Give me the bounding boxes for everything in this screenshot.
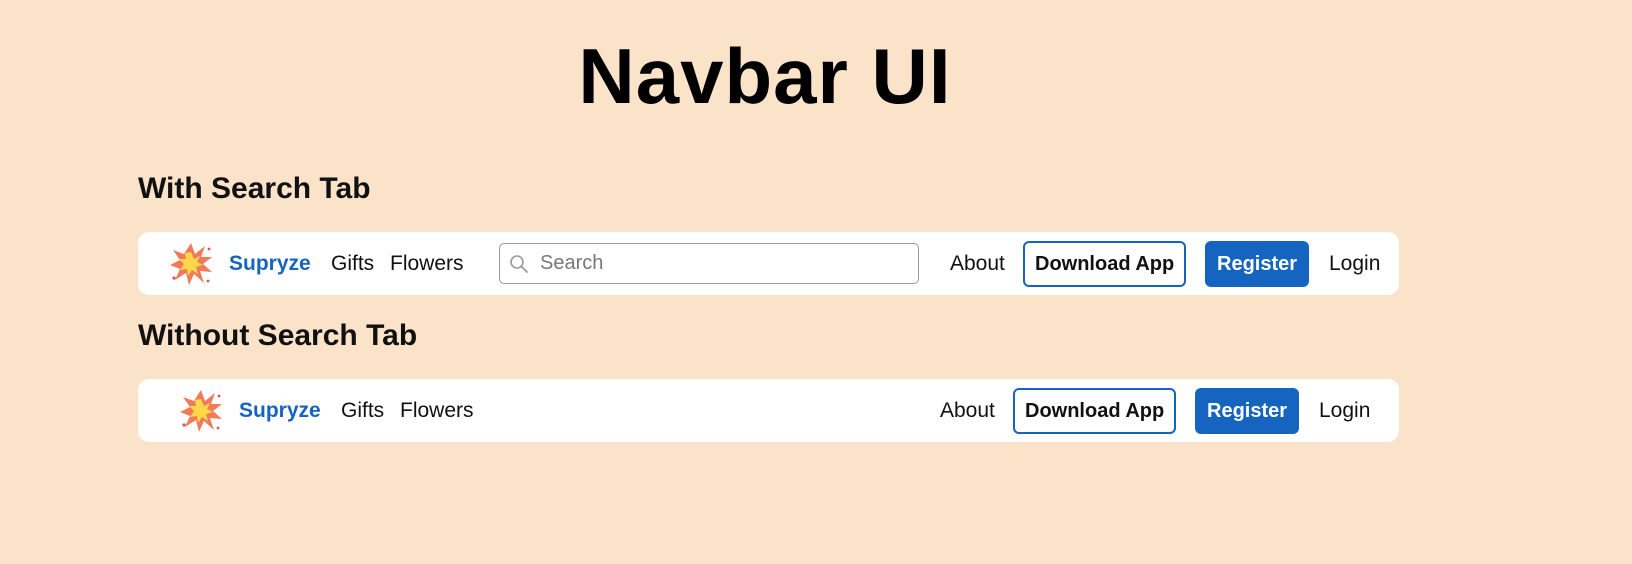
download-app-button[interactable]: Download App <box>1013 388 1177 434</box>
page-title: Navbar UI <box>578 32 952 120</box>
search-input[interactable] <box>538 251 912 276</box>
nav-link-gifts[interactable]: Gifts <box>341 379 384 442</box>
nav-link-flowers[interactable]: Flowers <box>400 379 474 442</box>
download-app-button[interactable]: Download App <box>1023 241 1187 287</box>
navbar-without-search: Supryze Gifts Flowers About Download App… <box>138 379 1399 442</box>
nav-link-about[interactable]: About <box>950 232 1005 295</box>
register-button[interactable]: Register <box>1205 241 1310 287</box>
nav-link-about[interactable]: About <box>940 379 995 442</box>
search-box <box>499 243 919 284</box>
brand-link[interactable]: Supryze <box>229 232 311 295</box>
section-heading-with-search: With Search Tab <box>138 172 371 205</box>
burst-logo-icon[interactable] <box>179 389 223 433</box>
nav-link-login[interactable]: Login <box>1329 232 1380 295</box>
nav-link-login[interactable]: Login <box>1319 379 1370 442</box>
nav-link-flowers[interactable]: Flowers <box>390 232 464 295</box>
register-button[interactable]: Register <box>1195 388 1300 434</box>
nav-link-gifts[interactable]: Gifts <box>331 232 374 295</box>
brand-link[interactable]: Supryze <box>239 379 321 442</box>
section-heading-without-search: Without Search Tab <box>138 319 418 352</box>
navbar-with-search: Supryze Gifts Flowers About Download App… <box>138 232 1399 295</box>
search-icon <box>508 253 530 275</box>
burst-logo-icon[interactable] <box>169 242 213 286</box>
